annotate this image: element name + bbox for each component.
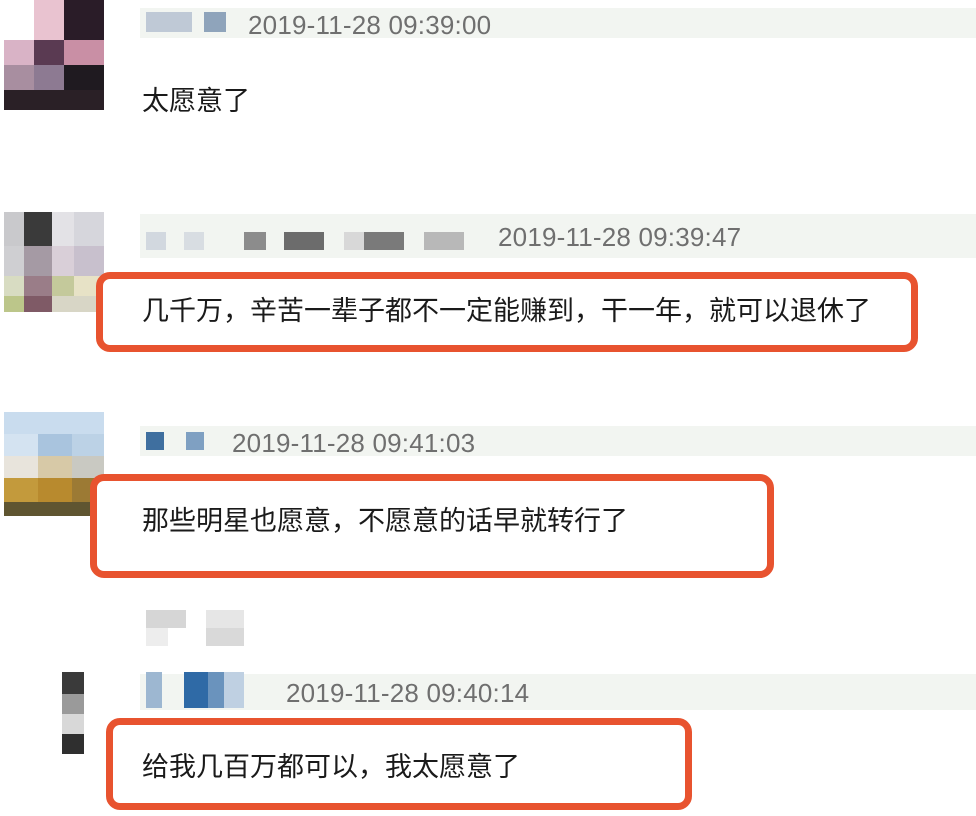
avatar[interactable]: [62, 672, 84, 754]
avatar[interactable]: [4, 0, 104, 110]
avatar[interactable]: [4, 412, 104, 516]
username-fragment: [208, 672, 224, 708]
comment-timestamp: 2019-11-28 09:41:03: [232, 428, 476, 458]
username[interactable]: [146, 12, 192, 32]
username-fragment: [224, 672, 244, 708]
comment-timestamp: 2019-11-28 09:40:14: [286, 678, 530, 708]
comment-text: 太愿意了: [142, 86, 250, 117]
username[interactable]: [146, 432, 164, 450]
avatar[interactable]: [4, 212, 104, 312]
comment-timestamp: 2019-11-28 09:39:00: [248, 10, 492, 40]
username-band: [140, 674, 976, 710]
username-fragment: [186, 432, 204, 450]
username[interactable]: [146, 232, 166, 250]
comment-text: 几千万，辛苦一辈子都不一定能赚到，干一年，就可以退休了: [142, 296, 871, 327]
username-fragment: [184, 232, 204, 250]
username-badge: [204, 12, 226, 32]
username-fragment: [344, 232, 364, 250]
username[interactable]: [146, 672, 162, 708]
username-fragment: [184, 672, 208, 708]
username-fragment: [244, 232, 266, 250]
reply-collapsed-names: [140, 610, 250, 650]
comment-thread: 2019-11-28 09:39:00 太愿意了 2019-11-28 09:3…: [0, 0, 976, 816]
comment-text: 给我几百万都可以，我太愿意了: [142, 752, 520, 783]
username-fragment: [424, 232, 464, 250]
username-fragment: [284, 232, 324, 250]
comment-timestamp: 2019-11-28 09:39:47: [498, 222, 742, 252]
comment-text: 那些明星也愿意，不愿意的话早就转行了: [142, 506, 628, 537]
username-fragment: [364, 232, 404, 250]
